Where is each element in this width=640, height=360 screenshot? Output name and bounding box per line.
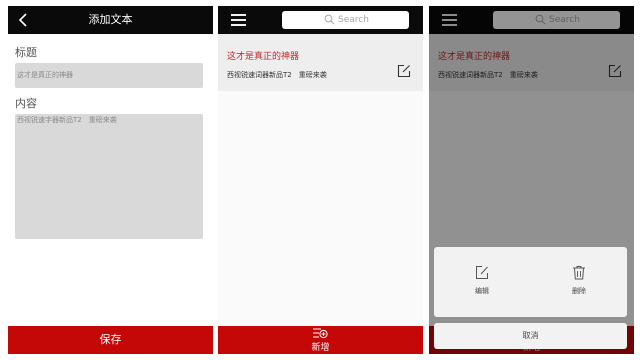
top-bar: 添加文本 (8, 6, 213, 34)
edit-icon (476, 266, 488, 279)
action-sheet: 编辑 删除 (434, 247, 627, 317)
edit-icon[interactable] (397, 64, 411, 78)
note-title: 这才是真正的神器 (227, 52, 300, 62)
delete-button[interactable]: 删除 (531, 247, 627, 317)
add-label: 新增 (311, 343, 330, 353)
list-empty-area (218, 91, 423, 326)
trash-icon (573, 266, 585, 280)
save-label: 保存 (99, 333, 122, 346)
cancel-button[interactable]: 取消 (434, 323, 627, 349)
add-text-screen: 添加文本 标题 这才是真正的神器 内容 西视锐速字器新品T2 重磅来袭 保存 (8, 6, 213, 354)
delete-label: 删除 (572, 287, 586, 295)
top-bar: Search (218, 6, 423, 34)
search-icon (324, 14, 335, 25)
content-textarea[interactable]: 西视锐速字器新品T2 重磅来袭 (15, 114, 203, 239)
back-arrow-icon[interactable] (16, 12, 32, 28)
title-input[interactable]: 这才是真正的神器 (15, 63, 203, 88)
edit-label: 编辑 (475, 287, 489, 295)
action-sheet-screen: Search 这才是真正的神器 西视锐速词器新品T2 重磅来袭 新增 编辑 (429, 6, 634, 354)
save-button[interactable]: 保存 (8, 326, 213, 354)
menu-icon[interactable] (231, 14, 246, 26)
note-body: 西视锐速词器新品T2 重磅来袭 (227, 71, 327, 79)
search-input[interactable]: Search (282, 11, 409, 29)
search-placeholder: Search (338, 15, 369, 25)
note-list-screen: Search 这才是真正的神器 西视锐速词器新品T2 重磅来袭 新增 (218, 6, 423, 354)
title-label: 标题 (15, 46, 37, 59)
add-note-button[interactable]: 新增 (218, 326, 423, 354)
list-item[interactable]: 这才是真正的神器 西视锐速词器新品T2 重磅来袭 (218, 34, 423, 91)
page-title: 添加文本 (88, 13, 133, 26)
edit-button[interactable]: 编辑 (434, 247, 530, 317)
add-list-icon (313, 328, 328, 339)
content-label: 内容 (15, 97, 37, 110)
